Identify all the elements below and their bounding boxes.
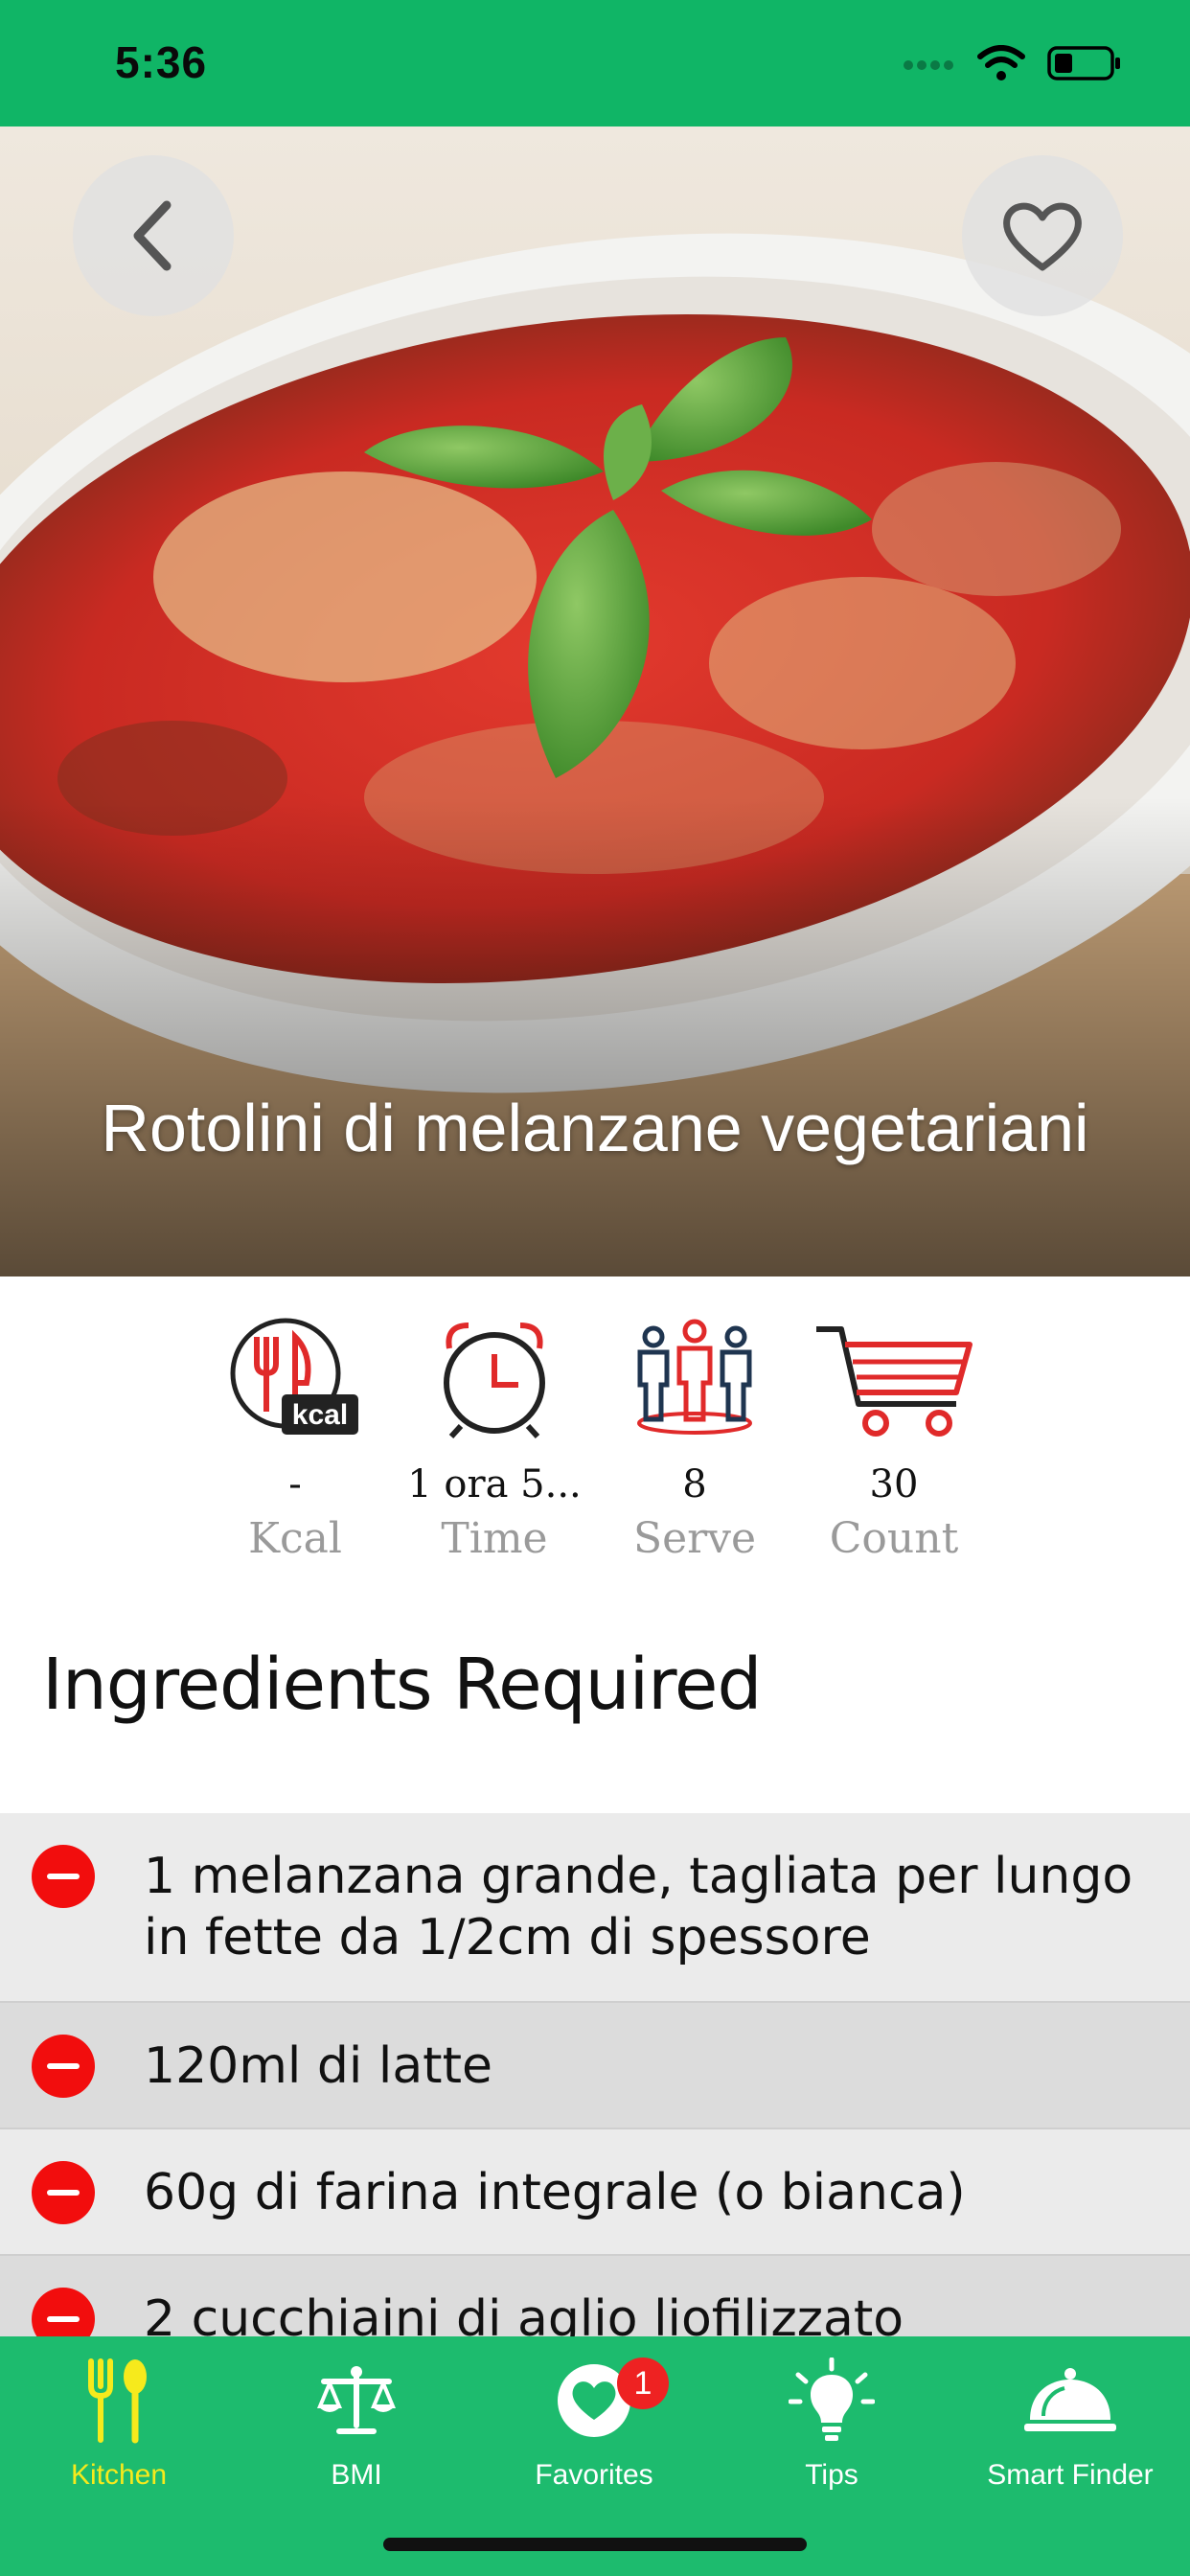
stat-time: 1 ora 5... Time [394,1311,595,1563]
svg-text:kcal: kcal [292,1399,348,1431]
time-value: 1 ora 5... [407,1462,582,1506]
stat-count: 30 Count [793,1311,995,1563]
recipe-stats: kcal - Kcal 1 ora 5... Time 8 Serve 30 C… [0,1276,1190,1602]
ingredient-text: 1 melanzana grande, tagliata per lungo i… [144,1848,1133,1966]
tab-smart-finder[interactable]: Smart Finder [950,2348,1190,2492]
tab-tips[interactable]: Tips [713,2348,950,2492]
tab-favorites[interactable]: 1 Favorites [475,2348,713,2492]
ingredients-list: 1 melanzana grande, tagliata per lungo i… [0,1813,1190,2380]
tab-label: Kitchen [70,2459,168,2491]
heart-outline-icon [1003,202,1082,271]
ingredient-row: 1 melanzana grande, tagliata per lungo i… [0,1813,1190,2001]
cart-icon [816,1326,973,1437]
time-label: Time [441,1514,548,1563]
ingredient-row: 120ml di latte [0,2001,1190,2128]
battery-icon [1047,46,1120,80]
favorite-button[interactable] [962,155,1123,316]
count-value: 30 [869,1462,919,1506]
remove-ingredient-button[interactable] [32,2161,95,2224]
lightbulb-icon [789,2358,875,2441]
home-indicator [383,2538,807,2551]
tab-label: BMI [331,2459,382,2491]
remove-ingredient-button[interactable] [32,2035,95,2098]
ingredients-heading: Ingredients Required [42,1644,762,1726]
kcal-icon: kcal [230,1318,358,1435]
status-icons [903,44,1123,82]
ingredient-row: 60g di farina integrale (o bianca) [0,2128,1190,2254]
remove-ingredient-button[interactable] [32,1845,95,1908]
tab-bmi[interactable]: BMI [238,2348,475,2492]
serve-label: Serve [632,1514,757,1563]
tab-label: Tips [805,2459,858,2491]
stat-kcal: kcal - Kcal [195,1311,396,1563]
kcal-label: Kcal [248,1514,342,1563]
tab-label: Smart Finder [987,2459,1154,2491]
cloche-icon [1024,2368,1116,2431]
alarm-clock-icon [444,1322,545,1439]
recipe-hero: Rotolini di melanzane vegetariani [0,126,1190,1276]
back-button[interactable] [73,155,234,316]
scale-icon [317,2366,396,2434]
recipe-title: Rotolini di melanzane vegetariani [101,1091,1089,1165]
status-time: 5:36 [115,37,208,87]
fork-spoon-icon [88,2358,147,2444]
ingredient-text: 120ml di latte [144,2037,492,2095]
stat-serve: 8 Serve [594,1311,795,1563]
serve-value: 8 [682,1462,707,1506]
ingredient-text: 60g di farina integrale (o bianca) [144,2164,966,2221]
kcal-value: - [288,1462,302,1506]
people-icon [637,1319,752,1435]
wifi-icon [977,45,1025,80]
favorites-badge: 1 [617,2358,669,2409]
count-label: Count [829,1514,959,1563]
chevron-left-icon [133,200,172,271]
tab-kitchen[interactable]: Kitchen [0,2348,238,2492]
tab-label: Favorites [535,2459,653,2491]
signal-icon [904,60,953,70]
status-bar: 5:36 [0,0,1190,126]
